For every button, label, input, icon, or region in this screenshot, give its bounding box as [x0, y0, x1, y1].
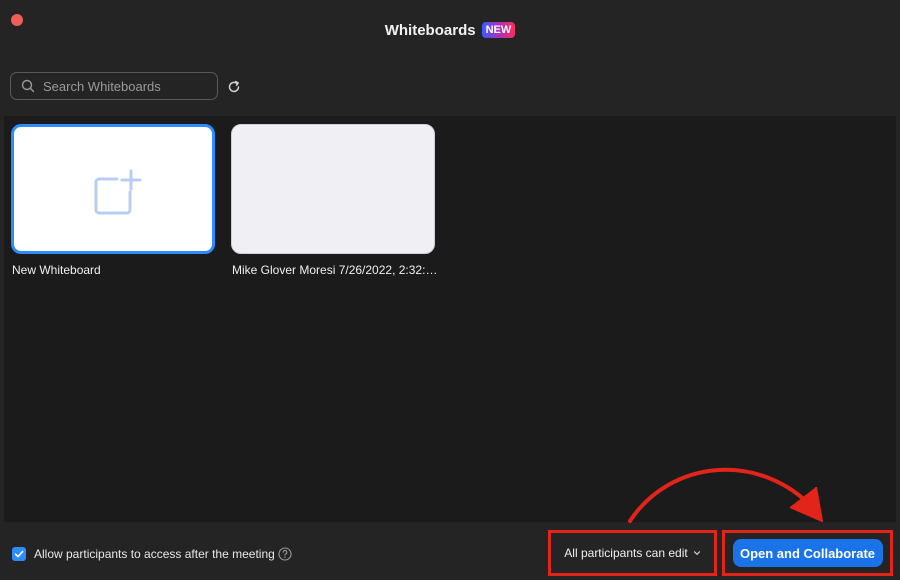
footer-bar: Allow participants to access after the m…	[0, 522, 900, 580]
annotation-arrow-icon	[628, 467, 823, 523]
window-title: Whiteboards	[384, 21, 476, 39]
checkmark-icon	[14, 550, 24, 558]
chevron-down-icon	[693, 549, 701, 557]
new-whiteboard-label: New Whiteboard	[12, 263, 101, 277]
allow-access-checkbox[interactable]	[12, 547, 26, 561]
search-box[interactable]	[10, 72, 218, 100]
help-icon[interactable]	[278, 547, 292, 561]
new-badge: NEW	[481, 22, 516, 38]
title-bar: Whiteboards NEW	[0, 16, 900, 44]
whiteboards-window: Whiteboards NEW New	[0, 0, 900, 580]
search-icon	[21, 79, 35, 93]
permission-dropdown[interactable]: All participants can edit	[548, 530, 717, 576]
open-and-collaborate-button[interactable]: Open and Collaborate	[732, 539, 883, 567]
primary-button-highlight: Open and Collaborate	[722, 530, 893, 576]
new-whiteboard-card[interactable]	[11, 124, 215, 254]
whiteboard-card-label: Mike Glover Moresi 7/26/2022, 2:32:0...	[232, 263, 442, 277]
whiteboard-card[interactable]	[231, 124, 435, 254]
new-whiteboard-icon	[89, 165, 145, 221]
search-input[interactable]	[43, 78, 193, 94]
allow-access-label: Allow participants to access after the m…	[34, 547, 275, 561]
refresh-icon[interactable]	[226, 79, 242, 95]
permission-dropdown-label: All participants can edit	[564, 546, 688, 560]
